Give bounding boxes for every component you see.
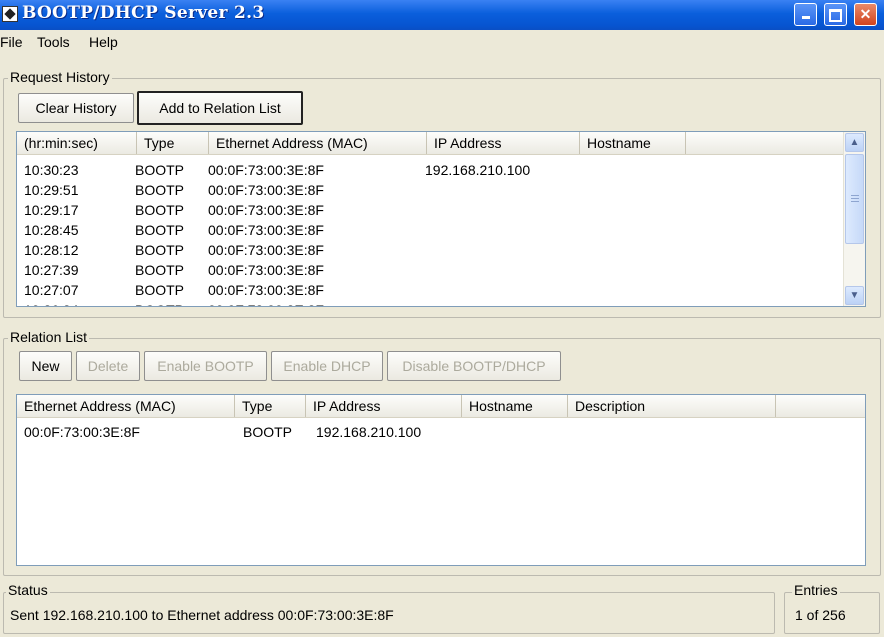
table-row[interactable]: 10:27:39 BOOTP 00:0F:73:00:3E:8F	[17, 260, 837, 280]
table-cell: 10:28:45	[24, 222, 79, 238]
menu-bar: File Tools Help	[0, 32, 884, 54]
entries-label: Entries	[792, 582, 840, 598]
menu-tools[interactable]: Tools	[37, 34, 70, 50]
column-header-time[interactable]: (hr:min:sec)	[17, 132, 137, 154]
column-header-type[interactable]: Type	[137, 132, 209, 154]
table-cell: 192.168.210.100	[425, 162, 531, 178]
column-header-hostname[interactable]: Hostname	[580, 132, 686, 154]
column-header-ip[interactable]: IP Address	[427, 132, 580, 154]
enable-bootp-button[interactable]: Enable BOOTP	[144, 351, 267, 381]
column-header-mac[interactable]: Ethernet Address (MAC)	[209, 132, 427, 154]
table-cell: 00:0F:73:00:3E:8F	[208, 242, 324, 258]
scroll-up-button[interactable]: ▲	[845, 133, 864, 152]
column-header-hostname[interactable]: Hostname	[462, 395, 568, 417]
column-header-ip[interactable]: IP Address	[306, 395, 462, 417]
minimize-icon	[801, 16, 810, 19]
clear-history-button[interactable]: Clear History	[18, 93, 134, 123]
table-cell: 00:0F:73:00:3E:8F	[208, 162, 324, 178]
table-cell: 00:0F:73:00:3E:8F	[24, 424, 140, 440]
table-cell: BOOTP	[135, 182, 185, 198]
title-bar[interactable]: BOOTP/DHCP Server 2.3 ✕	[0, 0, 884, 30]
request-history-label: Request History	[8, 69, 112, 85]
minimize-button[interactable]	[794, 3, 817, 26]
relation-list-header: Ethernet Address (MAC) Type IP Address H…	[17, 395, 865, 418]
delete-button[interactable]: Delete	[76, 351, 140, 381]
table-cell: 10:29:17	[24, 202, 79, 218]
scroll-down-button[interactable]: ▼	[845, 286, 864, 305]
table-row[interactable]: 10:28:12 BOOTP 00:0F:73:00:3E:8F	[17, 240, 837, 260]
table-row[interactable]: 10:28:45 BOOTP 00:0F:73:00:3E:8F	[17, 220, 837, 240]
table-cell: BOOTP	[135, 300, 184, 306]
table-row[interactable]: 10:29:17 BOOTP 00:0F:73:00:3E:8F	[17, 200, 837, 220]
table-cell: 00:0F:73:00:3E:8F	[208, 222, 324, 238]
close-button[interactable]: ✕	[854, 3, 877, 26]
table-cell: 10:28:12	[24, 242, 79, 258]
relation-list-label: Relation List	[8, 329, 90, 345]
status-label: Status	[6, 582, 50, 598]
table-cell: BOOTP	[135, 222, 185, 238]
table-cell: 00:0F:73:00:3E:8F	[208, 282, 324, 298]
maximize-button[interactable]	[824, 3, 847, 26]
chevron-down-icon: ▼	[849, 290, 860, 301]
request-history-scrollbar[interactable]: ▲ ▼	[843, 132, 865, 306]
request-history-header: (hr:min:sec) Type Ethernet Address (MAC)…	[17, 132, 845, 155]
scroll-thumb[interactable]	[845, 154, 864, 244]
table-row[interactable]: 00:0F:73:00:3E:8F BOOTP 192.168.210.100	[17, 422, 837, 442]
menu-help[interactable]: Help	[89, 34, 118, 50]
new-button[interactable]: New	[19, 351, 72, 381]
table-cell: BOOTP	[135, 162, 185, 178]
table-cell: BOOTP	[135, 262, 185, 278]
menu-file[interactable]: File	[0, 34, 23, 50]
window-title: BOOTP/DHCP Server 2.3	[22, 3, 265, 23]
relation-list[interactable]: Ethernet Address (MAC) Type IP Address H…	[16, 394, 866, 566]
table-cell: BOOTP	[135, 242, 185, 258]
table-row[interactable]: 10:29:51 BOOTP 00:0F:73:00:3E:8F	[17, 180, 837, 200]
table-cell: 00:0F:73:00:3E:8F	[208, 300, 324, 306]
column-header-description[interactable]: Description	[568, 395, 776, 417]
entries-count: 1 of 256	[795, 607, 846, 623]
app-icon[interactable]	[2, 6, 18, 22]
add-to-relation-list-button[interactable]: Add to Relation List	[137, 91, 303, 125]
table-cell: 10:27:07	[24, 282, 79, 298]
table-cell: BOOTP	[135, 202, 185, 218]
close-icon: ✕	[859, 6, 872, 22]
column-header-type[interactable]: Type	[235, 395, 306, 417]
table-cell: 10:30:23	[24, 162, 79, 178]
status-message: Sent 192.168.210.100 to Ethernet address…	[10, 607, 394, 623]
table-cell: 192.168.210.100	[316, 424, 422, 440]
enable-dhcp-button[interactable]: Enable DHCP	[271, 351, 383, 381]
table-cell: 10:29:51	[24, 182, 79, 198]
table-cell: 00:0F:73:00:3E:8F	[208, 182, 324, 198]
column-header-mac[interactable]: Ethernet Address (MAC)	[17, 395, 235, 417]
table-row[interactable]: 10:27:07 BOOTP 00:0F:73:00:3E:8F	[17, 280, 837, 300]
table-cell: 00:0F:73:00:3E:8F	[208, 202, 324, 218]
chevron-up-icon: ▲	[849, 137, 860, 148]
table-row[interactable]: 10:26:34 BOOTP 00:0F:73:00:3E:8F	[17, 300, 837, 306]
table-cell: 00:0F:73:00:3E:8F	[208, 262, 324, 278]
table-cell: BOOTP	[243, 424, 293, 440]
table-cell: 10:26:34	[24, 300, 79, 306]
table-row[interactable]: 10:30:23 BOOTP 00:0F:73:00:3E:8F 192.168.21…	[17, 160, 837, 180]
maximize-icon	[829, 9, 842, 22]
table-cell: BOOTP	[135, 282, 185, 298]
table-cell: 10:27:39	[24, 262, 79, 278]
request-history-list[interactable]: (hr:min:sec) Type Ethernet Address (MAC)…	[16, 131, 866, 307]
disable-bootp-dhcp-button[interactable]: Disable BOOTP/DHCP	[387, 351, 561, 381]
